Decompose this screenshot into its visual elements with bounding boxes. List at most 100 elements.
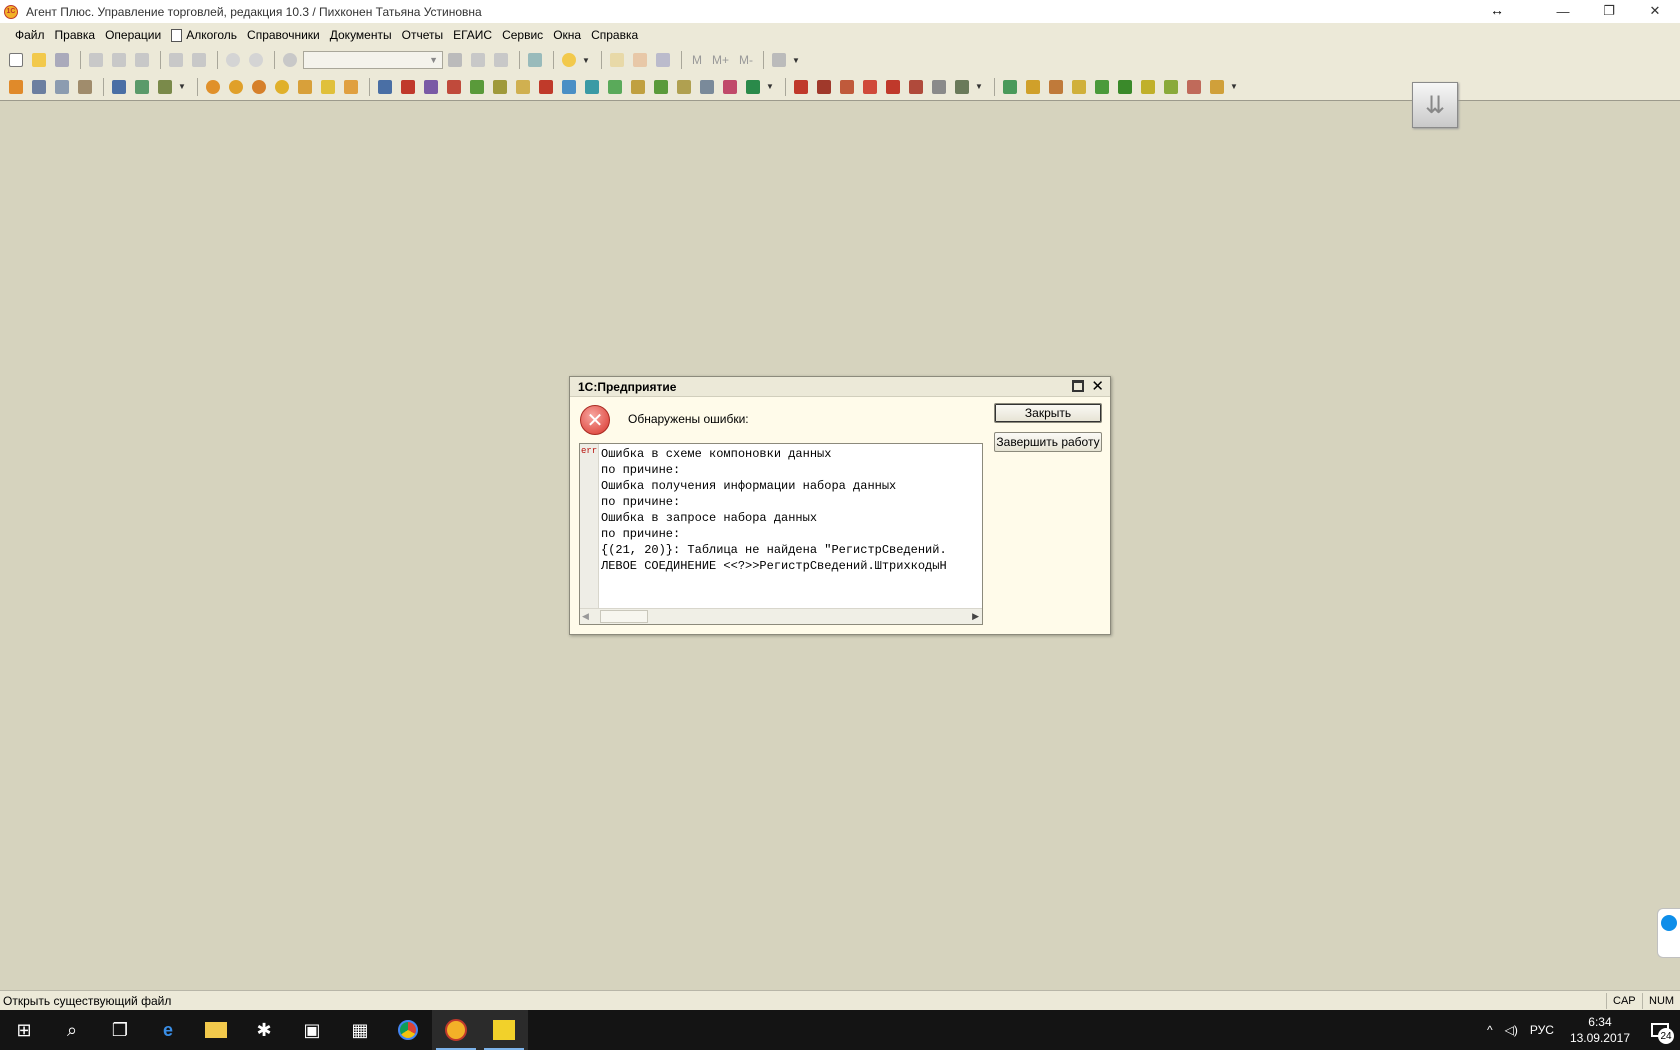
- toolbar2-button[interactable]: [1161, 77, 1181, 97]
- toolbar2-button[interactable]: [467, 77, 487, 97]
- toolbar2-button[interactable]: [674, 77, 694, 97]
- calculator-button[interactable]: [653, 50, 673, 70]
- toolbar2-button[interactable]: [421, 77, 441, 97]
- teamviewer-tab[interactable]: [1657, 908, 1680, 958]
- toolbar2-button[interactable]: [226, 77, 246, 97]
- toolbar2-button[interactable]: [559, 77, 579, 97]
- chevron-down-icon[interactable]: ▼: [975, 82, 983, 91]
- info-button[interactable]: [559, 50, 579, 70]
- horizontal-scrollbar[interactable]: ◀ ▶: [580, 608, 982, 624]
- toolbar2-button[interactable]: [341, 77, 361, 97]
- toolbar2-button[interactable]: [651, 77, 671, 97]
- toolbar2-button[interactable]: [1207, 77, 1227, 97]
- chevron-down-icon[interactable]: ▼: [582, 56, 590, 65]
- memory-button[interactable]: M: [692, 53, 702, 67]
- toolbar2-button[interactable]: [295, 77, 315, 97]
- toolbar2-button[interactable]: [837, 77, 857, 97]
- redo-button[interactable]: [246, 50, 266, 70]
- taskbar-edge[interactable]: e: [144, 1010, 192, 1050]
- scroll-thumb[interactable]: [600, 610, 648, 623]
- clock[interactable]: 6:34 13.09.2017: [1560, 1014, 1640, 1046]
- menu-help[interactable]: Справка: [586, 24, 643, 46]
- toolbar2-button[interactable]: [490, 77, 510, 97]
- menu-edit[interactable]: Правка: [50, 24, 101, 46]
- print-preview-button[interactable]: [189, 50, 209, 70]
- tray-expand-icon[interactable]: ^: [1481, 1023, 1499, 1037]
- taskbar-store[interactable]: ▣: [288, 1010, 336, 1050]
- chevron-down-icon[interactable]: ▼: [178, 82, 186, 91]
- toolbar2-button[interactable]: [1023, 77, 1043, 97]
- volume-icon[interactable]: ◁): [1499, 1023, 1524, 1037]
- start-button[interactable]: ⊞: [0, 1010, 48, 1050]
- toolbar2-button[interactable]: [952, 77, 972, 97]
- menu-reports[interactable]: Отчеты: [397, 24, 448, 46]
- scroll-right-icon[interactable]: ▶: [972, 611, 979, 622]
- find-next-button[interactable]: [468, 50, 488, 70]
- toolbar2-button[interactable]: [29, 77, 49, 97]
- print-button[interactable]: [166, 50, 186, 70]
- search-combo[interactable]: ▼: [303, 51, 443, 69]
- toolbar2-button[interactable]: [697, 77, 717, 97]
- menu-file[interactable]: Файл: [10, 24, 50, 46]
- menu-windows[interactable]: Окна: [548, 24, 586, 46]
- toolbar2-button[interactable]: [1000, 77, 1020, 97]
- memory-minus-button[interactable]: M-: [739, 53, 753, 67]
- memory-plus-button[interactable]: M+: [712, 53, 729, 67]
- toolbar2-button[interactable]: [814, 77, 834, 97]
- toolbar2-button[interactable]: [513, 77, 533, 97]
- close-icon[interactable]: ✕: [1091, 377, 1104, 395]
- chevron-down-icon[interactable]: ▼: [792, 56, 800, 65]
- toolbar2-button[interactable]: [860, 77, 880, 97]
- toolbar2-button[interactable]: [318, 77, 338, 97]
- copy-button[interactable]: [109, 50, 129, 70]
- toolbar2-button[interactable]: [109, 77, 129, 97]
- taskbar-explorer[interactable]: [192, 1010, 240, 1050]
- clear-search-button[interactable]: [445, 50, 465, 70]
- restore-button[interactable]: ❐: [1586, 0, 1632, 22]
- toolbar2-button[interactable]: [1046, 77, 1066, 97]
- dialog-titlebar[interactable]: 1С:Предприятие ✕: [570, 377, 1110, 397]
- toolbar2-button[interactable]: [1138, 77, 1158, 97]
- collapse-panel-button[interactable]: ⇊: [1412, 82, 1458, 128]
- maximize-icon[interactable]: [1072, 380, 1084, 392]
- toolbar2-button[interactable]: [883, 77, 903, 97]
- task-view-button[interactable]: ❐: [96, 1010, 144, 1050]
- taskbar-calculator[interactable]: ▦: [336, 1010, 384, 1050]
- toolbar2-button[interactable]: [536, 77, 556, 97]
- toolbar2-button[interactable]: [743, 77, 763, 97]
- paste-button[interactable]: [132, 50, 152, 70]
- toolbar2-button[interactable]: [398, 77, 418, 97]
- taskbar-chrome[interactable]: [384, 1010, 432, 1050]
- menu-operations[interactable]: Операции: [100, 24, 166, 46]
- close-button[interactable]: Закрыть: [994, 403, 1102, 423]
- toolbar2-button[interactable]: [132, 77, 152, 97]
- toolbar2-button[interactable]: [272, 77, 292, 97]
- search-button[interactable]: ⌕: [48, 1010, 96, 1050]
- toolbar2-button[interactable]: [75, 77, 95, 97]
- error-text-box[interactable]: err Ошибка в схеме компоновки данных по п…: [579, 443, 983, 625]
- menu-catalogs[interactable]: Справочники: [242, 24, 325, 46]
- toolbar2-button[interactable]: [1092, 77, 1112, 97]
- table-button[interactable]: [607, 50, 627, 70]
- menu-service[interactable]: Сервис: [497, 24, 548, 46]
- find-prev-button[interactable]: [491, 50, 511, 70]
- toolbar2-button[interactable]: [444, 77, 464, 97]
- scroll-left-icon[interactable]: ◀: [582, 611, 589, 622]
- calendar-button[interactable]: [630, 50, 650, 70]
- toolbar2-button[interactable]: [203, 77, 223, 97]
- action-center-button[interactable]: 24: [1640, 1010, 1680, 1050]
- taskbar-settings[interactable]: ✱: [240, 1010, 288, 1050]
- exit-application-button[interactable]: Завершить работу: [994, 432, 1102, 452]
- close-window-button[interactable]: ✕: [1632, 0, 1678, 22]
- toolbar2-button[interactable]: [52, 77, 72, 97]
- toolbar2-button[interactable]: [628, 77, 648, 97]
- open-file-button[interactable]: [29, 50, 49, 70]
- language-indicator[interactable]: РУС: [1524, 1023, 1560, 1037]
- toolbar2-button[interactable]: [1184, 77, 1204, 97]
- minimize-button[interactable]: —: [1540, 0, 1586, 22]
- cut-button[interactable]: [86, 50, 106, 70]
- new-file-button[interactable]: [6, 50, 26, 70]
- toolbar2-button[interactable]: [906, 77, 926, 97]
- menu-egais[interactable]: ЕГАИС: [448, 24, 497, 46]
- tools-button[interactable]: [769, 50, 789, 70]
